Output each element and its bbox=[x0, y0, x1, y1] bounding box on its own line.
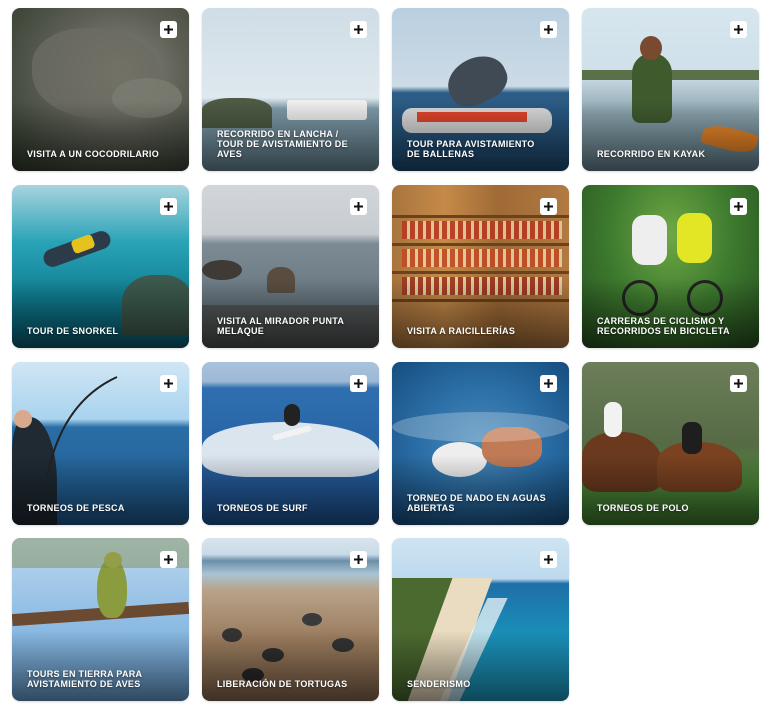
plus-icon[interactable] bbox=[540, 21, 557, 38]
card-label: LIBERACIÓN DE TORTUGAS bbox=[217, 679, 348, 689]
activity-card-nado[interactable]: TORNEO DE NADO EN AGUAS ABIERTAS bbox=[392, 362, 569, 525]
plus-icon[interactable] bbox=[160, 551, 177, 568]
plus-icon[interactable] bbox=[730, 198, 747, 215]
card-label: TORNEOS DE POLO bbox=[597, 503, 689, 513]
plus-icon[interactable] bbox=[160, 375, 177, 392]
activity-card-raicillerias[interactable]: VISITA A RAICILLERÍAS bbox=[392, 185, 569, 348]
activity-card-tortugas[interactable]: LIBERACIÓN DE TORTUGAS bbox=[202, 538, 379, 701]
activity-card-pesca[interactable]: TORNEOS DE PESCA bbox=[12, 362, 189, 525]
plus-icon[interactable] bbox=[350, 551, 367, 568]
activity-card-ballenas[interactable]: TOUR PARA AVISTAMIENTO DE BALLENAS bbox=[392, 8, 569, 171]
plus-icon[interactable] bbox=[540, 375, 557, 392]
card-label: TORNEOS DE PESCA bbox=[27, 503, 125, 513]
activity-card-cocodrilario[interactable]: VISITA A UN COCODRILARIO bbox=[12, 8, 189, 171]
plus-icon[interactable] bbox=[350, 375, 367, 392]
card-label: RECORRIDO EN KAYAK bbox=[597, 149, 706, 159]
activity-card-ciclismo[interactable]: CARRERAS DE CICLISMO Y RECORRIDOS EN BIC… bbox=[582, 185, 759, 348]
activity-card-aves-tierra[interactable]: TOURS EN TIERRA PARA AVISTAMIENTO DE AVE… bbox=[12, 538, 189, 701]
card-label: TORNEOS DE SURF bbox=[217, 503, 308, 513]
plus-icon[interactable] bbox=[730, 21, 747, 38]
activities-grid: VISITA A UN COCODRILARIO RECORRIDO EN LA… bbox=[0, 0, 770, 715]
activity-card-polo[interactable]: TORNEOS DE POLO bbox=[582, 362, 759, 525]
card-label: TORNEO DE NADO EN AGUAS ABIERTAS bbox=[407, 493, 546, 513]
activity-card-mirador-melaque[interactable]: VISITA AL MIRADOR PUNTA MELAQUE bbox=[202, 185, 379, 348]
card-label: TOUR DE SNORKEL bbox=[27, 326, 119, 336]
card-label: SENDERISMO bbox=[407, 679, 471, 689]
card-label: VISITA A RAICILLERÍAS bbox=[407, 326, 516, 336]
plus-icon[interactable] bbox=[540, 198, 557, 215]
activity-card-surf[interactable]: TORNEOS DE SURF bbox=[202, 362, 379, 525]
activity-card-lancha-aves[interactable]: RECORRIDO EN LANCHA / TOUR DE AVISTAMIEN… bbox=[202, 8, 379, 171]
card-label: RECORRIDO EN LANCHA / TOUR DE AVISTAMIEN… bbox=[217, 129, 348, 159]
plus-icon[interactable] bbox=[540, 551, 557, 568]
plus-icon[interactable] bbox=[350, 21, 367, 38]
card-label: CARRERAS DE CICLISMO Y RECORRIDOS EN BIC… bbox=[597, 316, 730, 336]
activity-card-kayak[interactable]: RECORRIDO EN KAYAK bbox=[582, 8, 759, 171]
plus-icon[interactable] bbox=[160, 21, 177, 38]
plus-icon[interactable] bbox=[350, 198, 367, 215]
activity-card-snorkel[interactable]: TOUR DE SNORKEL bbox=[12, 185, 189, 348]
plus-icon[interactable] bbox=[160, 198, 177, 215]
card-label: TOUR PARA AVISTAMIENTO DE BALLENAS bbox=[407, 139, 535, 159]
plus-icon[interactable] bbox=[730, 375, 747, 392]
card-label: VISITA A UN COCODRILARIO bbox=[27, 149, 160, 159]
card-label: TOURS EN TIERRA PARA AVISTAMIENTO DE AVE… bbox=[27, 669, 143, 689]
activity-card-senderismo[interactable]: SENDERISMO bbox=[392, 538, 569, 701]
card-label: VISITA AL MIRADOR PUNTA MELAQUE bbox=[217, 316, 344, 336]
